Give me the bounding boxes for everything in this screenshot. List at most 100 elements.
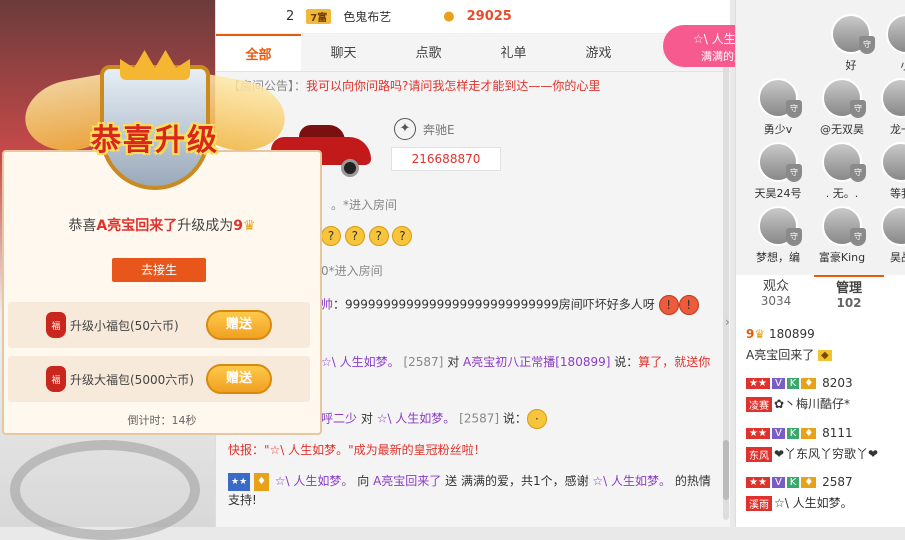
guard-icon: 守 <box>786 228 802 246</box>
guard-user[interactable]: 守好 <box>821 14 881 73</box>
guard-user[interactable]: 守富豪King <box>812 206 872 265</box>
avatar: 守 <box>758 142 798 182</box>
admin-host[interactable]: 9♛ 180899 <box>746 327 815 341</box>
guard-user[interactable]: 守 @无双昊 <box>812 78 872 137</box>
msg-user[interactable]: 呼二少 <box>321 412 357 426</box>
rank-name[interactable]: 色鬼布艺 <box>343 8 391 25</box>
tab-audience[interactable]: 观众3034 <box>741 275 811 315</box>
msg-text: 算了，就送你 <box>638 355 710 369</box>
chat-msg-999: 帅：9999999999999999999999999999房间吓坏好多人呀 !… <box>321 295 699 315</box>
admin-row-3[interactable]: ★★VK♦ 2587 <box>746 475 853 489</box>
msg-target[interactable]: A亮宝初八正常播[180899] <box>463 355 610 369</box>
v-badge: V <box>772 428 785 439</box>
guard-name: 天昊24号 <box>755 187 802 200</box>
guard-name: 好 <box>846 59 857 72</box>
host-id: 180899 <box>769 327 815 341</box>
guard-icon: 守 <box>850 164 866 182</box>
admin-row-3-name[interactable]: 溪雨☆\ 人生如梦。 <box>746 494 853 511</box>
admin-row-2[interactable]: ★★VK♦ 8111 <box>746 426 853 440</box>
tab-game[interactable]: 游戏 <box>556 42 641 71</box>
guard-icon: 守 <box>859 36 875 54</box>
notice-text: 我可以向你问路吗?请问我怎样走才能到达——你的心里 <box>306 79 600 93</box>
msg-user[interactable]: ☆\ 人生如梦。 <box>321 355 400 369</box>
upgrade-banner: 恭喜升级 <box>45 115 265 159</box>
avatar: 守 <box>822 206 862 246</box>
guard-user[interactable]: 守小 <box>876 14 905 73</box>
avatar: 守 <box>822 142 862 182</box>
host-name: A亮宝回来了 <box>746 348 814 362</box>
guard-user[interactable]: 守昊战 <box>871 206 905 265</box>
msg-user[interactable]: ☆\ 人生如梦。 <box>275 474 354 488</box>
admin-row-1-name[interactable]: 凌赛✿丶梅川酷仔* <box>746 395 850 412</box>
msg-text: ：9999999999999999999999999999房间吓坏好多人呀 <box>333 298 655 312</box>
admin-id: 8111 <box>822 426 853 440</box>
msg-user[interactable]: ☆\ 人生如梦。 <box>592 474 671 488</box>
msg-user[interactable]: 帅 <box>321 298 333 312</box>
guard-icon: 守 <box>786 100 802 118</box>
tab-admin-count: 102 <box>814 296 884 310</box>
title-pre: 恭喜 <box>68 218 96 234</box>
tab-admin[interactable]: 管理102 <box>814 275 884 315</box>
angry-emoji-icon: ! <box>679 295 699 315</box>
msg-send-label: 送 <box>445 474 457 488</box>
guard-list: 守好 守小 守勇少v 守@无双昊 守龙一 守天昊24号 守. 无。. 守等我 守… <box>736 0 905 275</box>
avatar: 守 <box>881 206 905 246</box>
guard-name: @无双昊 <box>820 123 864 136</box>
guard-name: 龙一 <box>890 123 905 136</box>
avatar: 守 <box>881 78 905 118</box>
go-receive-button[interactable]: 去接生 <box>112 258 206 282</box>
title-name: A亮宝回来了 <box>96 218 177 234</box>
give-button[interactable]: 赠送 <box>206 364 272 394</box>
admin-row-2-name[interactable]: 东风❤丫东风丫穷歌丫❤ <box>746 445 878 462</box>
admin-id: 2587 <box>822 475 853 489</box>
emoji-icon: ? <box>369 226 389 246</box>
admin-row-1[interactable]: ★★VK♦ 8203 <box>746 376 853 390</box>
admin-name: ❤丫东风丫穷歌丫❤ <box>774 447 878 461</box>
v-badge: V <box>772 477 785 488</box>
admin-host-name[interactable]: A亮宝回来了 ◆ <box>746 346 834 363</box>
gift-label: 升级小福包(50六币) <box>70 317 179 334</box>
chat-tabs: 全部 聊天 点歌 礼单 游戏 <box>216 34 730 72</box>
avatar: 守 <box>822 78 862 118</box>
angry-emoji-icon: ! <box>659 295 679 315</box>
rank-coins: 29025 <box>467 9 512 24</box>
crown-fan-notice: 快报："☆\ 人生如梦。"成为最新的皇冠粉丝啦！ <box>228 441 486 459</box>
guard-user[interactable]: 守. 无。. <box>812 142 872 201</box>
user-icon: ♦ <box>801 378 816 389</box>
tab-song[interactable]: 点歌 <box>386 42 471 71</box>
family-tag: 溪雨 <box>746 496 772 511</box>
tab-chat[interactable]: 聊天 <box>301 42 386 71</box>
v-badge: V <box>772 378 785 389</box>
k-badge: K <box>787 428 800 439</box>
enter-room-msg-2: 0*进入房间 <box>321 262 383 280</box>
guard-user[interactable]: 守天昊24号 <box>748 142 808 201</box>
tab-audience-count: 3034 <box>741 294 811 308</box>
rank-badge: ★★ <box>746 477 770 488</box>
guard-user[interactable]: 守等我 <box>871 142 905 201</box>
give-button[interactable]: 赠送 <box>206 310 272 340</box>
expand-arrow-icon[interactable]: › <box>725 315 730 329</box>
guard-name: 小 <box>901 59 905 72</box>
user-badge: ★★ <box>228 473 250 491</box>
tab-gift-list[interactable]: 礼单 <box>471 42 556 71</box>
admin-name: ☆\ 人生如梦。 <box>774 496 853 510</box>
rank-badge: ★★ <box>746 428 770 439</box>
msg-target[interactable]: ☆\ 人生如梦。 <box>377 412 456 426</box>
room-id[interactable]: 216688870 <box>391 147 501 171</box>
guard-name: 勇少v <box>764 123 793 136</box>
lucky-bag-icon: 福 <box>46 312 66 338</box>
k-badge: K <box>787 378 800 389</box>
guard-user[interactable]: 守梦想，编 <box>748 206 808 265</box>
guard-user[interactable]: 守勇少v <box>748 78 808 137</box>
msg-to-label: 向 <box>357 474 369 488</box>
avatar: 守 <box>831 14 871 54</box>
msg-target[interactable]: A亮宝回来了 <box>373 474 441 488</box>
guard-name: 富豪King <box>819 251 865 264</box>
emoji-icon: ? <box>345 226 365 246</box>
k-badge: K <box>787 477 800 488</box>
rank-badge: ★★ <box>746 378 770 389</box>
guard-user[interactable]: 守龙一 <box>871 78 905 137</box>
msg-user-id: [2587] <box>403 355 443 369</box>
gift-text: 满满的爱，共1个，感谢 <box>461 474 589 488</box>
chat-scrollbar-thumb[interactable] <box>723 440 729 500</box>
